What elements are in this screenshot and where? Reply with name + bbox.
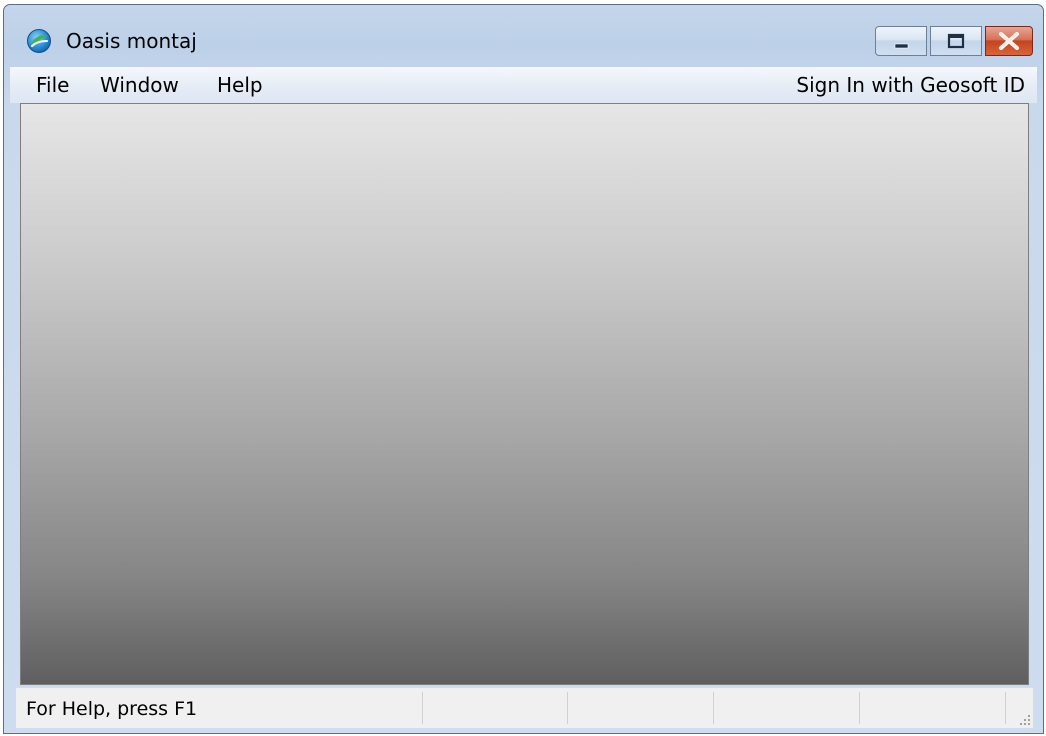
resize-grip-icon[interactable] (1017, 712, 1031, 726)
caption-buttons (875, 26, 1033, 56)
minimize-button[interactable] (875, 26, 927, 56)
menu-item-help[interactable]: Help (217, 73, 263, 97)
app-window: Oasis montaj File Window Help Sign In wi… (3, 4, 1044, 734)
maximize-button[interactable] (930, 26, 982, 56)
status-bar: For Help, press F1 (16, 687, 1033, 728)
minimize-icon (894, 43, 909, 49)
title-bar[interactable]: Oasis montaj (4, 5, 1043, 65)
close-icon (999, 32, 1019, 50)
menu-item-file[interactable]: File (36, 73, 69, 97)
status-pane (422, 692, 567, 724)
menu-bar: File Window Help Sign In with Geosoft ID (10, 67, 1037, 103)
oasis-montaj-app-icon[interactable] (26, 28, 52, 54)
status-help-text: For Help, press F1 (26, 698, 198, 720)
menu-item-window[interactable]: Window (100, 73, 179, 97)
status-pane (567, 692, 712, 724)
close-button[interactable] (985, 26, 1033, 56)
status-pane (859, 692, 1004, 724)
sign-in-link[interactable]: Sign In with Geosoft ID (796, 73, 1025, 97)
status-pane (713, 692, 858, 724)
maximize-icon (947, 33, 965, 49)
mdi-client-area[interactable] (20, 103, 1029, 685)
window-title: Oasis montaj (66, 29, 197, 53)
